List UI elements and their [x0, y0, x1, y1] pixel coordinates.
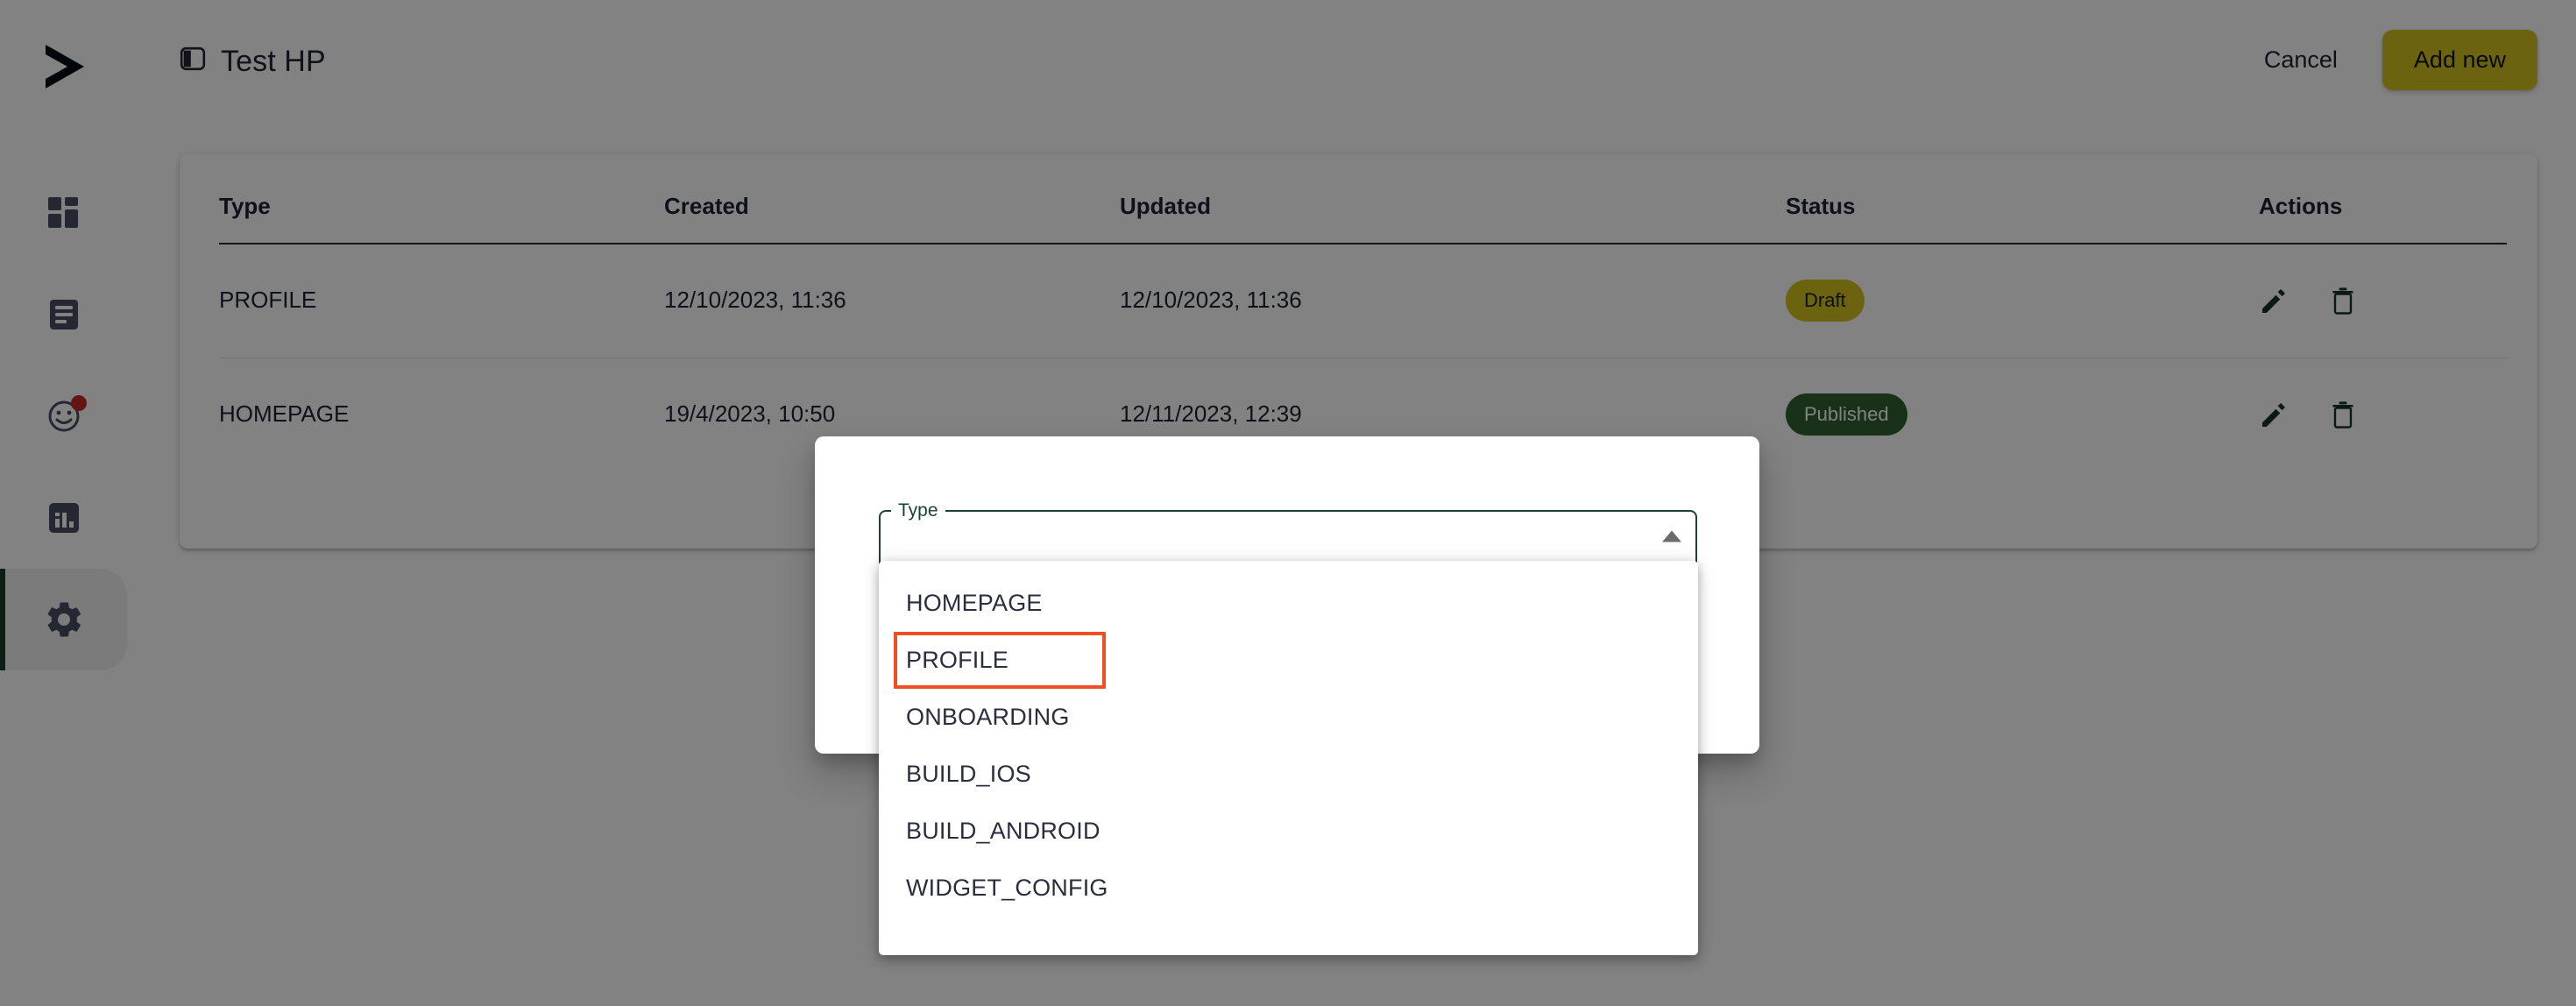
type-options-listbox: HOMEPAGE PROFILE ONBOARDING BUILD_IOS BU…	[879, 561, 1698, 955]
option-onboarding[interactable]: ONBOARDING	[879, 689, 1698, 746]
option-build-android[interactable]: BUILD_ANDROID	[879, 803, 1698, 860]
option-profile[interactable]: PROFILE	[894, 632, 1106, 689]
option-homepage[interactable]: HOMEPAGE	[879, 575, 1698, 632]
app-root: Test HP Cancel Add new Type Created Upda…	[0, 0, 2576, 1006]
option-widget-config[interactable]: WIDGET_CONFIG	[879, 860, 1698, 917]
option-build-ios[interactable]: BUILD_IOS	[879, 746, 1698, 803]
